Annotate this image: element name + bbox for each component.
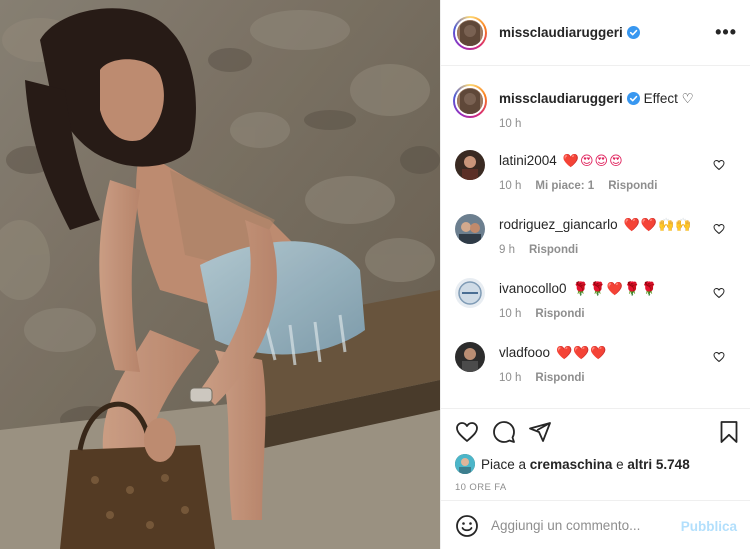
comment-meta: 9 h Rispondi bbox=[499, 244, 592, 256]
comment-line: ivanocollo0 🌹🌹❤️🌹🌹 bbox=[499, 281, 658, 297]
likes-prefix: Piace a bbox=[481, 457, 527, 472]
comment-item: latini2004 ❤️😍😍😍 10 h Mi piace: 1 Rispondi bbox=[441, 146, 750, 206]
verified-badge-icon bbox=[626, 26, 640, 42]
heart-outline-icon[interactable] bbox=[455, 420, 479, 444]
comment-line: latini2004 ❤️😍😍😍 bbox=[499, 153, 624, 169]
comment-item: rodriguez_giancarlo ❤️❤️🙌🙌 9 h Rispondi bbox=[441, 210, 750, 270]
commenter-username[interactable]: rodriguez_giancarlo bbox=[499, 217, 618, 232]
author-avatar-image bbox=[455, 18, 485, 48]
reply-button[interactable]: Rispondi bbox=[608, 180, 657, 192]
commenter-avatar[interactable] bbox=[455, 342, 485, 372]
reply-button[interactable]: Rispondi bbox=[535, 308, 584, 320]
more-options-button[interactable]: ••• bbox=[715, 23, 737, 41]
commenter-username[interactable]: ivanocollo0 bbox=[499, 281, 567, 296]
verified-badge-icon bbox=[626, 92, 640, 108]
caption-author-avatar-image bbox=[455, 86, 485, 116]
caption-line: missclaudiaruggeri Effect ♡ bbox=[499, 91, 694, 108]
comment-text: 🌹🌹❤️🌹🌹 bbox=[572, 282, 659, 297]
likes-connector: e bbox=[616, 457, 624, 472]
caption-username[interactable]: missclaudiaruggeri bbox=[499, 91, 623, 106]
comment-like-heart-icon[interactable] bbox=[713, 223, 725, 235]
post-photo-illustration bbox=[0, 0, 440, 549]
comment-line: rodriguez_giancarlo ❤️❤️🙌🙌 bbox=[499, 217, 692, 233]
comment-item: vladfooo ❤️❤️❤️ 10 h Rispondi bbox=[441, 338, 750, 398]
caption-author-avatar[interactable] bbox=[453, 84, 487, 118]
comment-meta: 10 h Rispondi bbox=[499, 308, 599, 320]
comment-text: ❤️❤️❤️ bbox=[556, 346, 608, 361]
comment-text: ❤️❤️🙌🙌 bbox=[623, 218, 693, 233]
reply-button[interactable]: Rispondi bbox=[535, 372, 584, 384]
smiley-icon[interactable] bbox=[455, 514, 479, 538]
post-timestamp[interactable]: 10 ORE FA bbox=[455, 482, 507, 493]
reply-button[interactable]: Rispondi bbox=[529, 244, 578, 256]
comment-meta: 10 h Rispondi bbox=[499, 372, 599, 384]
paper-plane-icon[interactable] bbox=[528, 420, 552, 444]
action-bar bbox=[455, 420, 741, 446]
commenter-avatar[interactable] bbox=[455, 214, 485, 244]
comment-time: 10 h bbox=[499, 372, 522, 384]
comment-like-heart-icon[interactable] bbox=[713, 159, 725, 171]
post-header: missclaudiaruggeri ••• bbox=[441, 0, 750, 66]
post-actions-section: Piace a cremaschina e altri 5.748 10 ORE… bbox=[441, 408, 750, 493]
likes-summary: Piace a cremaschina e altri 5.748 bbox=[455, 454, 690, 474]
author-username-text[interactable]: missclaudiaruggeri bbox=[499, 25, 623, 40]
comment-time: 10 h bbox=[499, 308, 522, 320]
commenter-username[interactable]: latini2004 bbox=[499, 153, 557, 168]
commenter-username[interactable]: vladfooo bbox=[499, 345, 550, 360]
publish-button[interactable]: Pubblica bbox=[681, 519, 737, 534]
comment-item: ivanocollo0 🌹🌹❤️🌹🌹 10 h Rispondi bbox=[441, 274, 750, 334]
liker-username[interactable]: cremaschina bbox=[530, 457, 613, 472]
speech-bubble-icon[interactable] bbox=[492, 420, 516, 444]
comment-like-heart-icon[interactable] bbox=[713, 287, 725, 299]
author-username[interactable]: missclaudiaruggeri bbox=[499, 25, 640, 42]
comment-time: 10 h bbox=[499, 180, 522, 192]
comment-line: vladfooo ❤️❤️❤️ bbox=[499, 345, 608, 361]
likes-others-count[interactable]: altri 5.748 bbox=[627, 457, 689, 472]
caption-time: 10 h bbox=[499, 118, 522, 130]
liker-avatar[interactable] bbox=[455, 454, 475, 474]
bookmark-icon[interactable] bbox=[717, 420, 741, 444]
post-caption: missclaudiaruggeri Effect ♡ 10 h bbox=[441, 80, 750, 140]
instagram-post: missclaudiaruggeri ••• missclaudiarugger… bbox=[0, 0, 750, 549]
comment-text: ❤️😍😍😍 bbox=[562, 154, 624, 169]
comment-input[interactable] bbox=[491, 513, 681, 537]
commenter-avatar[interactable] bbox=[455, 278, 485, 308]
post-side-panel: missclaudiaruggeri ••• missclaudiarugger… bbox=[440, 0, 750, 549]
author-avatar[interactable] bbox=[453, 16, 487, 50]
comment-likes-count[interactable]: Mi piace: 1 bbox=[535, 180, 594, 192]
comment-like-heart-icon[interactable] bbox=[713, 351, 725, 363]
commenter-avatar[interactable] bbox=[455, 150, 485, 180]
caption-text: Effect ♡ bbox=[643, 91, 694, 106]
comment-time: 9 h bbox=[499, 244, 515, 256]
comment-composer: Pubblica bbox=[441, 500, 750, 549]
post-photo[interactable] bbox=[0, 0, 440, 549]
comment-meta: 10 h Mi piace: 1 Rispondi bbox=[499, 180, 671, 192]
